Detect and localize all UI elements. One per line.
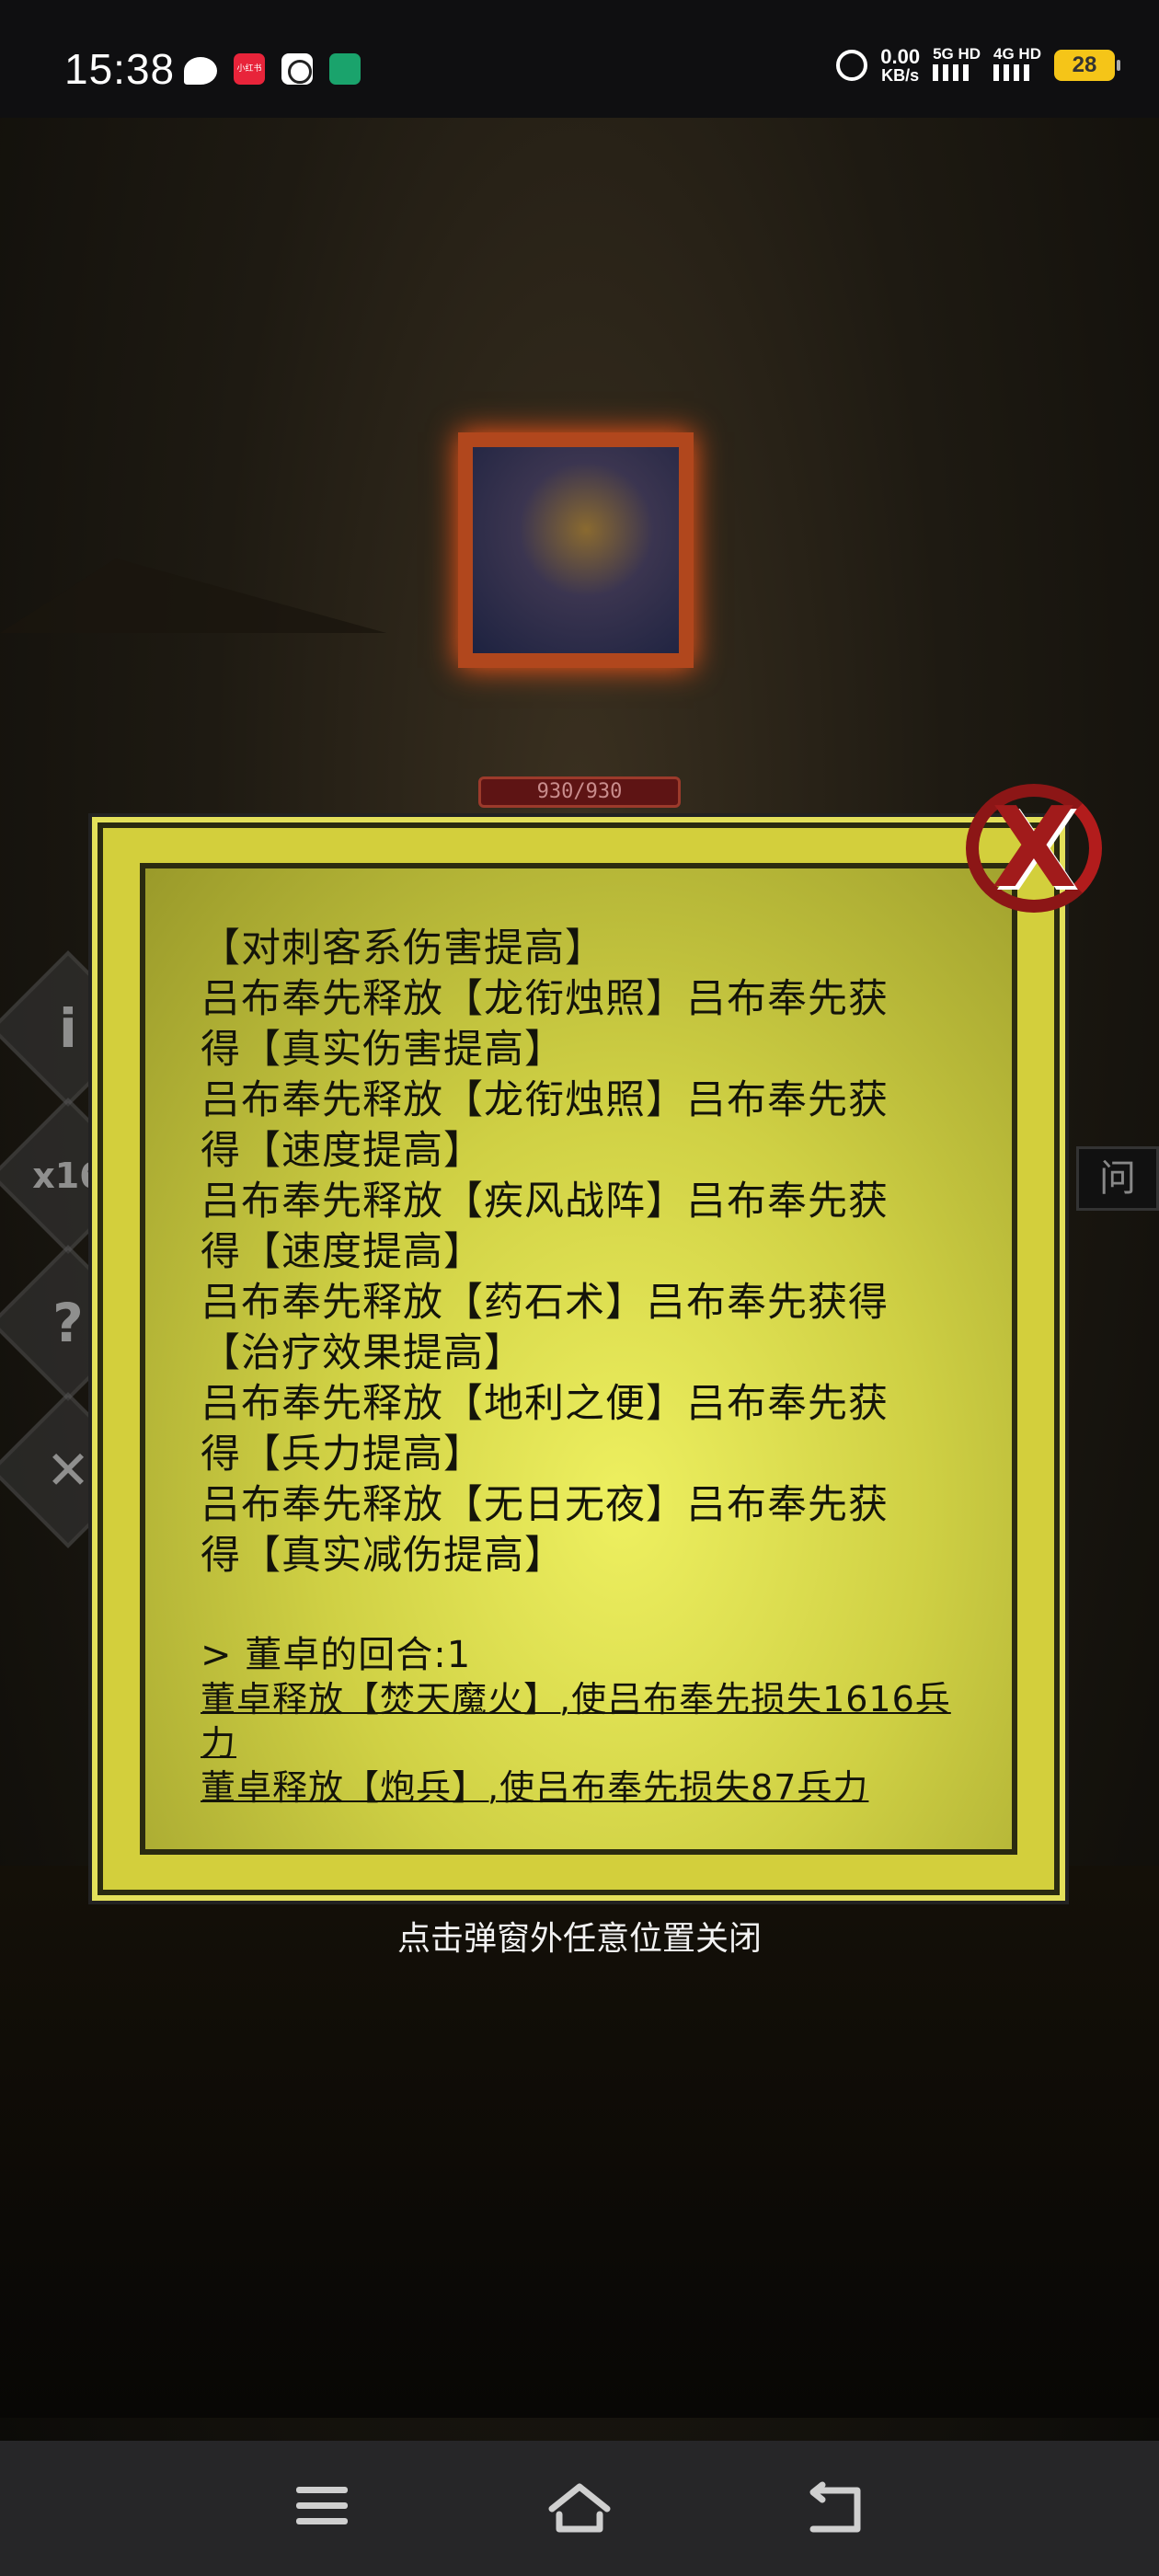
message-icon — [184, 57, 217, 85]
close-hint-text: 点击弹窗外任意位置关闭 — [396, 1920, 762, 1958]
log-line: 得【速度提高】 — [201, 1229, 484, 1275]
log-line: 吕布奉先释放【药石术】吕布奉先获得 — [201, 1280, 889, 1326]
log-line: 【对刺客系伤害提高】 — [201, 926, 605, 972]
hero-hp-bar: 930/930 — [478, 776, 681, 808]
log-line: 吕布奉先释放【疾风战阵】吕布奉先获 — [201, 1179, 889, 1225]
hero-portrait-image — [473, 447, 679, 653]
battle-log-paper: 【对刺客系伤害提高】 吕布奉先释放【龙衔烛照】吕布奉先获 得【真实伤害提高】 吕… — [140, 863, 1017, 1855]
system-nav-bar — [0, 2441, 1159, 2576]
right-side-tab[interactable]: 问 — [1076, 1146, 1159, 1211]
signal-5g: 5G HD — [933, 46, 981, 85]
close-icon: X — [991, 785, 1077, 913]
alarm-icon — [836, 50, 868, 81]
background-roof — [0, 558, 386, 633]
log-line: 得【真实减伤提高】 — [201, 1533, 565, 1579]
signal-4g: 4G HD — [993, 46, 1041, 85]
log-line: 得【兵力提高】 — [201, 1432, 484, 1478]
menu-icon[interactable] — [285, 2478, 359, 2542]
enemy-action-line: 董卓释放【炮兵】,使吕布奉先损失87兵力 — [201, 1767, 869, 1808]
net-speed: 0.00 KB/s — [880, 45, 921, 85]
close-dialog-button[interactable]: X — [960, 780, 1107, 918]
log-line: 吕布奉先释放【无日无夜】吕布奉先获 — [201, 1482, 889, 1528]
signal-bars-icon — [933, 64, 974, 81]
home-icon[interactable] — [543, 2478, 616, 2542]
status-bar: 15:38 小红书 0.00 KB/s 5G HD 4G HD 28 — [0, 0, 1159, 118]
log-line: 【治疗效果提高】 — [201, 1330, 524, 1376]
game-screen[interactable]: 930/930 i x16 ? ✕ 问 【对刺客系伤害提高】 吕布奉先释放【龙衔… — [0, 118, 1159, 2441]
status-right: 0.00 KB/s 5G HD 4G HD 28 — [836, 45, 1120, 85]
status-time: 15:38 — [64, 45, 176, 93]
turn-header: > 董卓的回合:1 — [201, 1634, 472, 1676]
log-line: 得【真实伤害提高】 — [201, 1027, 565, 1073]
xiaohongshu-icon: 小红书 — [234, 53, 265, 85]
battle-log-dialog: 【对刺客系伤害提高】 吕布奉先释放【龙衔烛照】吕布奉先获 得【真实伤害提高】 吕… — [98, 822, 1060, 1895]
log-line: 吕布奉先释放【地利之便】吕布奉先获 — [201, 1381, 889, 1427]
battery-indicator: 28 — [1054, 50, 1120, 81]
log-line: 得【速度提高】 — [201, 1128, 484, 1174]
camera-app-icon — [281, 53, 313, 85]
back-icon[interactable] — [800, 2478, 874, 2542]
log-line: 吕布奉先释放【龙衔烛照】吕布奉先获 — [201, 1077, 889, 1123]
battle-log-text: 【对刺客系伤害提高】 吕布奉先释放【龙衔烛照】吕布奉先获 得【真实伤害提高】 吕… — [201, 924, 955, 1810]
log-line: 吕布奉先释放【龙衔烛照】吕布奉先获 — [201, 976, 889, 1022]
signal-bars-icon — [993, 64, 1035, 81]
home-app-icon — [329, 53, 361, 85]
enemy-action-line: 董卓释放【焚天魔火】,使吕布奉先损失1616兵力 — [201, 1679, 951, 1764]
hero-portrait[interactable] — [458, 432, 694, 668]
